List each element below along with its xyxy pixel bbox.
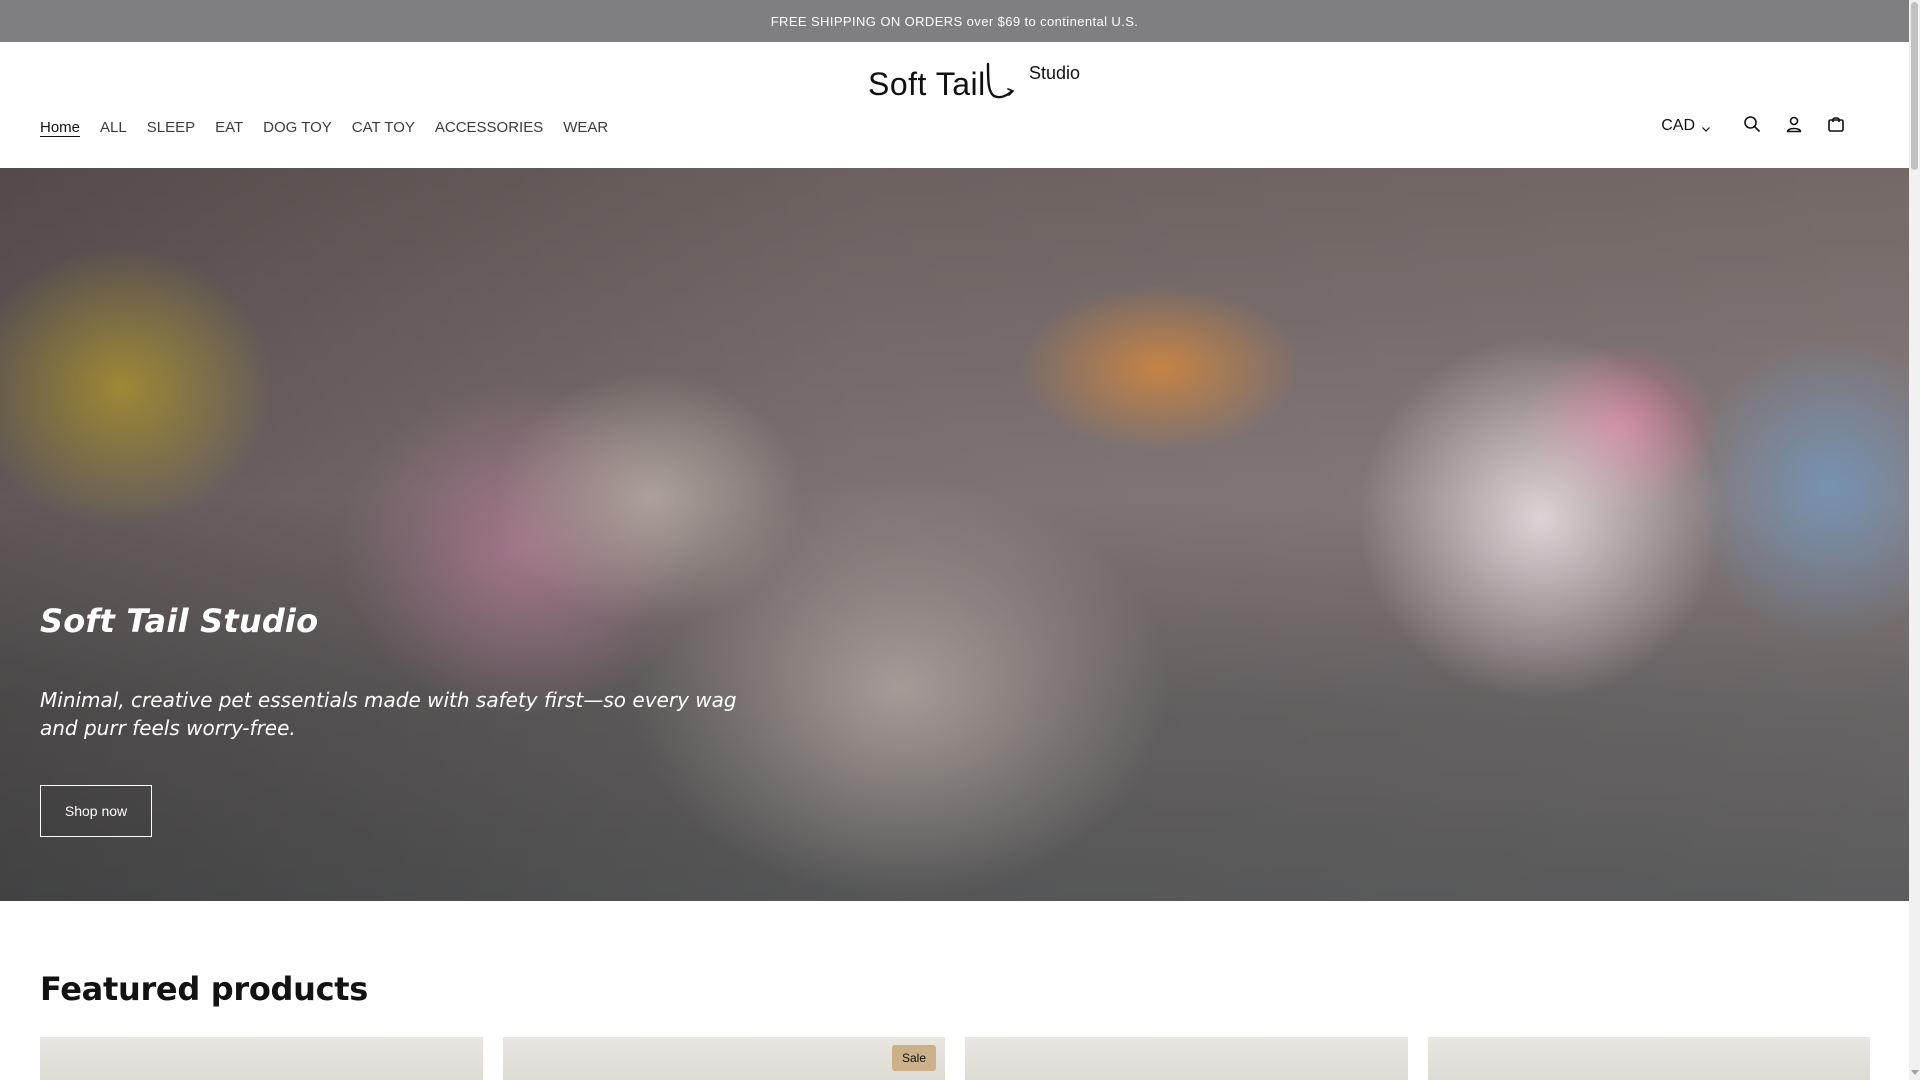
scroll-down-icon[interactable] [1909, 1066, 1920, 1080]
nav-item-all[interactable]: ALL [100, 120, 127, 135]
chevron-down-icon [1701, 121, 1711, 132]
product-grid: Sale [40, 1037, 1870, 1080]
nav-item-accessories[interactable]: ACCESSORIES [435, 120, 543, 135]
logo-link[interactable]: Soft Tail [868, 56, 1044, 100]
featured-products-title: Featured products [40, 970, 369, 1008]
nav-item-sleep[interactable]: SLEEP [147, 120, 195, 135]
shop-now-button[interactable]: Shop now [40, 785, 152, 837]
page-scrollbar[interactable] [1909, 0, 1920, 1080]
cart-icon [1827, 115, 1845, 138]
nav-item-wear[interactable]: WEAR [563, 120, 608, 135]
logo-sub-text: Studio [1029, 63, 1081, 83]
sale-badge: Sale [892, 1045, 936, 1071]
product-card[interactable] [40, 1037, 483, 1080]
site-header: Soft Tail Studio Home ALL SLEEP EAT DOG … [0, 42, 1909, 168]
hero-subtitle: Minimal, creative pet essentials made wi… [40, 688, 737, 740]
nav-item-home[interactable]: Home [40, 120, 80, 135]
header-utilities: CAD [1661, 108, 1857, 144]
currency-label: CAD [1661, 117, 1695, 134]
nav-item-eat[interactable]: EAT [215, 120, 243, 135]
hero-title: Soft Tail Studio [40, 602, 319, 640]
main-nav: Home ALL SLEEP EAT DOG TOY CAT TOY ACCES… [40, 120, 628, 135]
hero-banner: Soft Tail Studio Minimal, creative pet e… [0, 168, 1909, 901]
product-card[interactable] [965, 1037, 1408, 1080]
account-button[interactable] [1773, 108, 1815, 144]
announcement-bar: FREE SHIPPING ON ORDERS over $69 to cont… [0, 0, 1909, 42]
currency-selector[interactable]: CAD [1661, 117, 1711, 135]
product-card[interactable]: Sale [502, 1037, 945, 1080]
nav-item-cat-toy[interactable]: CAT TOY [352, 120, 415, 135]
cart-button[interactable] [1815, 108, 1857, 144]
logo-main-text: Soft Tail [868, 66, 986, 102]
hero-image [0, 168, 1909, 901]
search-button[interactable] [1731, 108, 1773, 144]
product-card[interactable] [1427, 1037, 1870, 1080]
search-icon [1743, 115, 1761, 138]
nav-item-dog-toy[interactable]: DOG TOY [263, 120, 332, 135]
announcement-text: FREE SHIPPING ON ORDERS over $69 to cont… [770, 13, 1139, 29]
account-icon [1785, 115, 1803, 138]
scrollbar-thumb[interactable] [1911, 2, 1918, 170]
tail-logo-icon [984, 58, 1015, 100]
